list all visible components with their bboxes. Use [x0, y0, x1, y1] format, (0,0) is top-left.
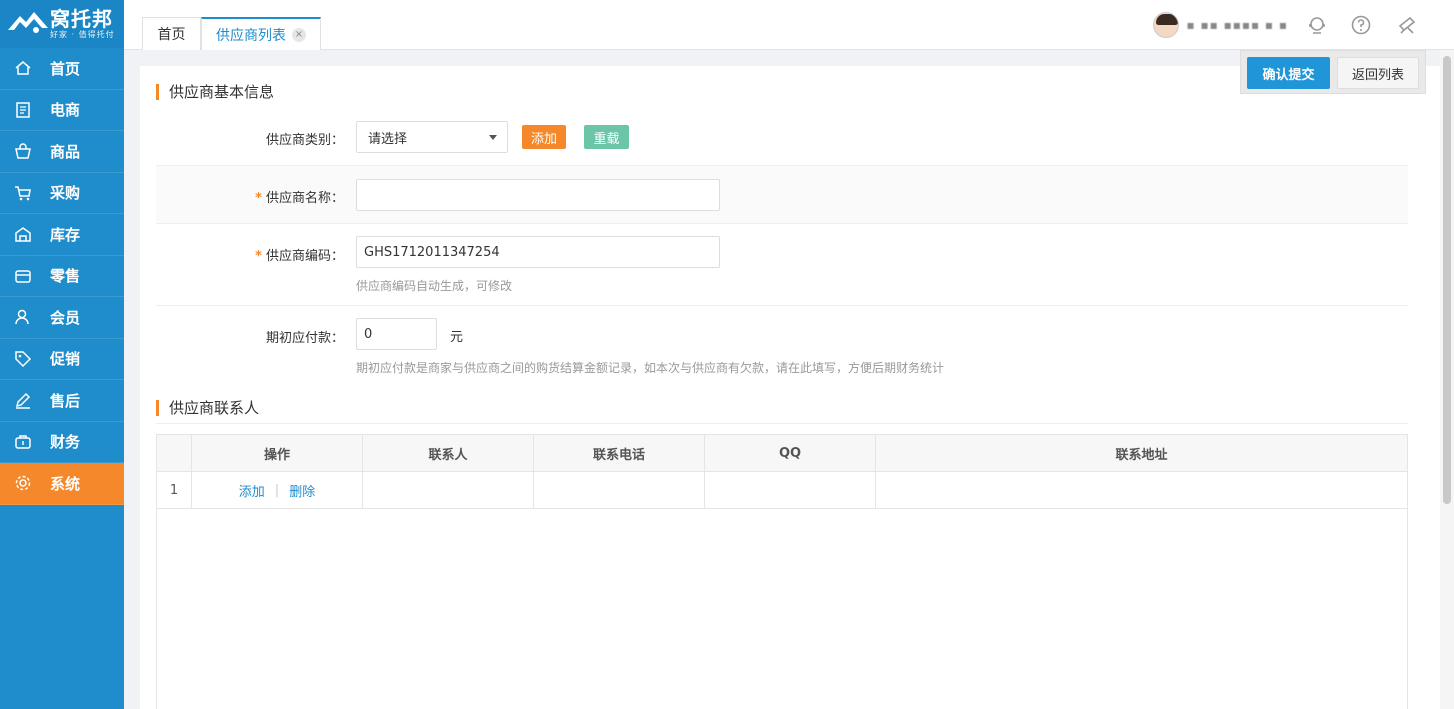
code-label: 供应商编码：: [265, 249, 344, 264]
address-cell[interactable]: [876, 472, 1407, 508]
form-row-payable: 期初应付款： 0 元 期初应付款是商家与供应商之间的购货结算金额记录，如本次与供…: [156, 306, 1408, 384]
column-header-address: 联系地址: [1115, 447, 1168, 463]
form-row-category: 供应商类别： 请选择 添加 重载: [156, 108, 1408, 166]
sidebar-item-label: 零售: [50, 267, 81, 286]
action-panel: 确认提交 返回列表: [1240, 50, 1426, 94]
category-label: 供应商类别：: [265, 133, 344, 148]
logo-subtitle: 好家 · 值得托付: [50, 30, 115, 39]
sidebar-item-label: 库存: [50, 225, 81, 244]
table-row: 1 添加 | 删除: [157, 472, 1407, 509]
logout-icon[interactable]: [1396, 14, 1418, 36]
payable-unit: 元: [450, 330, 464, 345]
form-row-code: * 供应商编码： GHS1712011347254 供应商编码自动生成，可修改: [156, 224, 1408, 306]
member-icon: [13, 307, 33, 327]
sidebar-item-retail[interactable]: 零售: [0, 256, 124, 297]
pen-icon: [13, 390, 33, 410]
gear-icon: [13, 473, 33, 493]
warehouse-icon: [13, 224, 33, 244]
supplier-name-input[interactable]: [356, 179, 720, 211]
table-header: 操作 联系人 联系电话 QQ 联系地址: [157, 435, 1407, 472]
help-icon[interactable]: [1350, 14, 1372, 36]
column-header-contact: 联系人: [363, 435, 534, 471]
sidebar-item-label: 商品: [50, 142, 81, 161]
form-row-name: * 供应商名称：: [156, 166, 1408, 224]
document-icon: [13, 100, 33, 120]
tag-icon: [13, 349, 33, 369]
divider: [156, 423, 1408, 424]
tab-home[interactable]: 首页: [142, 17, 201, 50]
service-icon[interactable]: [1306, 14, 1328, 36]
column-header-qq: QQ: [705, 435, 876, 471]
sidebar: 窝托邦 好家 · 值得托付 首页 电商 商品 采购 库存 零售 会员 促销 售后: [0, 0, 124, 709]
required-mark: *: [255, 191, 262, 206]
payable-input[interactable]: 0: [356, 318, 437, 350]
sidebar-item-goods[interactable]: 商品: [0, 131, 124, 173]
row-actions: 添加 | 删除: [192, 472, 363, 508]
sidebar-item-label: 电商: [50, 101, 81, 120]
column-header-index: [157, 435, 192, 471]
row-index: 1: [157, 472, 192, 508]
sidebar-item-home[interactable]: 首页: [0, 48, 124, 90]
delete-contact-link[interactable]: 删除: [289, 481, 315, 500]
avatar[interactable]: [1152, 12, 1179, 38]
category-select[interactable]: 请选择: [356, 121, 508, 153]
payable-label: 期初应付款：: [265, 331, 344, 346]
sidebar-item-member[interactable]: 会员: [0, 297, 124, 339]
category-select-value: 请选择: [368, 131, 408, 147]
add-category-button[interactable]: 添加: [522, 125, 566, 149]
section-title-basic: 供应商基本信息: [156, 81, 274, 102]
sidebar-item-purchase[interactable]: 采购: [0, 173, 124, 214]
link-divider: |: [274, 482, 280, 498]
qq-cell[interactable]: [705, 472, 876, 508]
sidebar-item-system[interactable]: 系统: [0, 463, 124, 505]
cart-icon: [13, 183, 33, 203]
required-mark: *: [255, 249, 262, 264]
logo[interactable]: 窝托邦 好家 · 值得托付: [0, 0, 124, 48]
tab-label: 供应商列表: [216, 27, 286, 44]
column-header-phone: 联系电话: [534, 435, 705, 471]
sidebar-item-ecommerce[interactable]: 电商: [0, 90, 124, 131]
logo-title: 窝托邦: [50, 7, 113, 31]
username: ▪ ▪▪ ▪▪▪▪ ▪ ▪: [1186, 18, 1288, 32]
scrollbar-thumb[interactable]: [1443, 56, 1451, 504]
column-header-action: 操作: [192, 435, 363, 471]
sidebar-item-label: 售后: [50, 391, 81, 410]
code-hint: 供应商编码自动生成，可修改: [356, 279, 513, 293]
top-bar: 首页 供应商列表 × ▪ ▪▪ ▪▪▪▪ ▪ ▪: [124, 0, 1454, 50]
home-icon: [13, 58, 33, 78]
supplier-code-input[interactable]: GHS1712011347254: [356, 236, 720, 268]
name-label: 供应商名称：: [265, 191, 344, 206]
confirm-submit-button[interactable]: 确认提交: [1247, 57, 1330, 89]
sidebar-item-label: 采购: [50, 184, 81, 203]
sidebar-item-promotion[interactable]: 促销: [0, 339, 124, 380]
sidebar-item-label: 首页: [50, 59, 81, 78]
sidebar-item-label: 会员: [50, 308, 81, 327]
sidebar-item-label: 财务: [50, 433, 81, 452]
contact-cell[interactable]: [363, 472, 534, 508]
user-menu[interactable]: ▪ ▪▪ ▪▪▪▪ ▪ ▪: [1152, 12, 1288, 38]
tab-supplier-list[interactable]: 供应商列表 ×: [201, 17, 321, 50]
add-contact-link[interactable]: 添加: [239, 481, 265, 500]
store-icon: [13, 266, 33, 286]
main-content: 供应商基本信息 供应商类别： 请选择 添加 重载 * 供应商名称： * 供应商编码：…: [140, 66, 1440, 709]
sidebar-item-inventory[interactable]: 库存: [0, 214, 124, 256]
section-title-contacts: 供应商联系人: [156, 397, 259, 418]
chevron-down-icon: [489, 135, 497, 140]
sidebar-item-finance[interactable]: 财务: [0, 422, 124, 463]
reload-button[interactable]: 重载: [584, 125, 629, 149]
sidebar-item-label: 促销: [50, 350, 81, 369]
logo-icon: [6, 8, 50, 40]
bag-icon: [13, 141, 33, 161]
phone-cell[interactable]: [534, 472, 705, 508]
payable-hint: 期初应付款是商家与供应商之间的购货结算金额记录，如本次与供应商有欠款，请在此填写…: [356, 361, 945, 375]
scrollbar[interactable]: [1440, 50, 1454, 709]
finance-icon: [13, 432, 33, 452]
sidebar-item-aftersale[interactable]: 售后: [0, 380, 124, 422]
contacts-table: 操作 联系人 联系电话 QQ 联系地址 1 添加 | 删除: [156, 434, 1408, 709]
back-to-list-button[interactable]: 返回列表: [1337, 57, 1419, 89]
close-icon[interactable]: ×: [292, 27, 306, 42]
sidebar-item-label: 系统: [50, 474, 81, 493]
